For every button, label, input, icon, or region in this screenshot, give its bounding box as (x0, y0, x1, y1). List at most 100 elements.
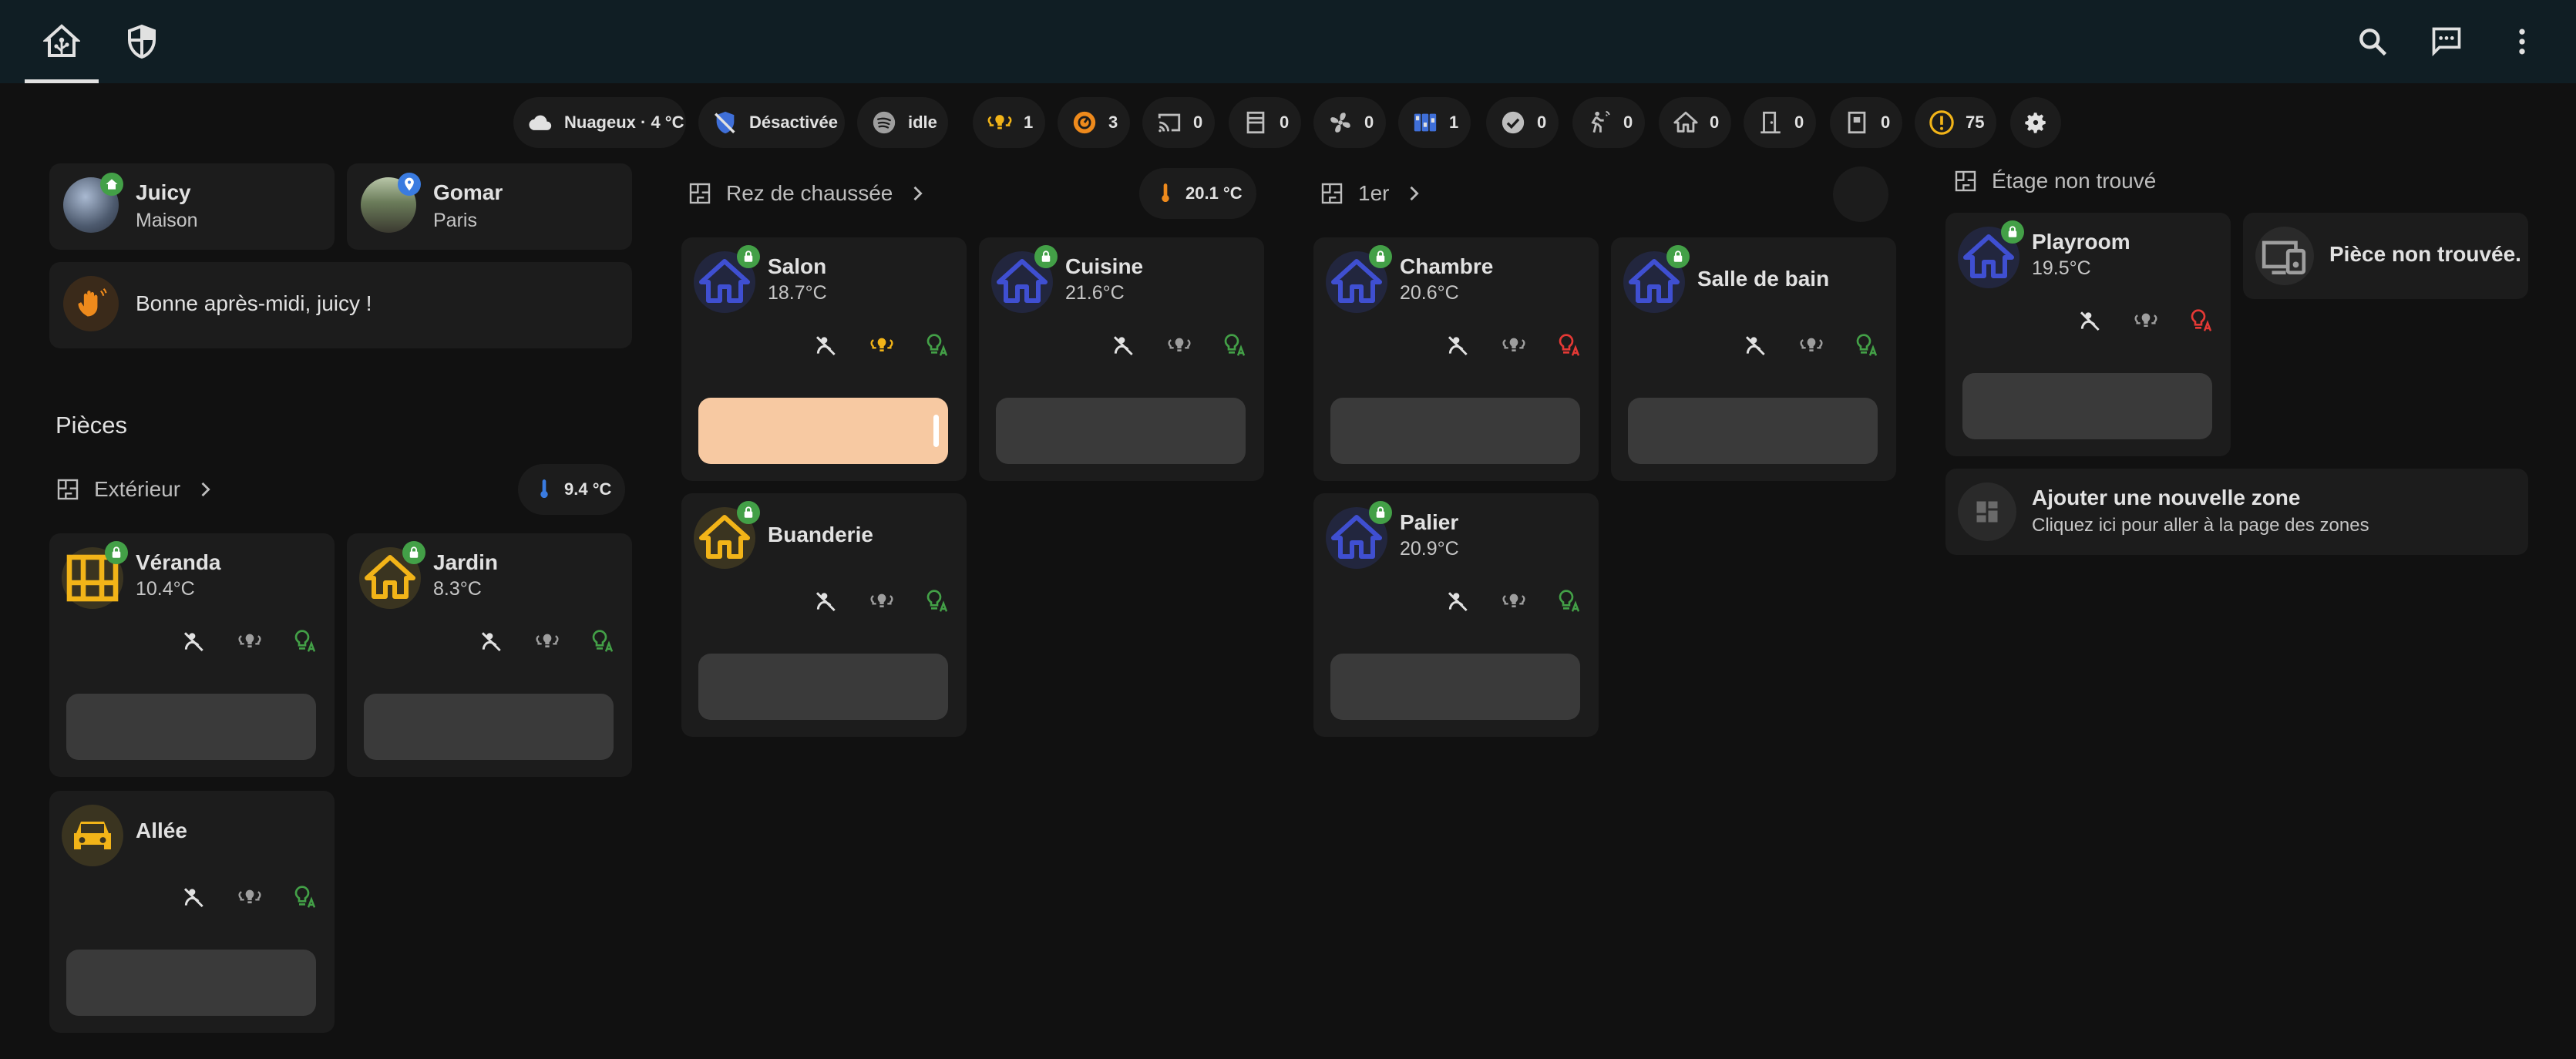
lights-icon[interactable] (869, 589, 894, 614)
floor-temp-chip[interactable]: 20.1 °C (1139, 168, 1256, 219)
auto-light-icon[interactable] (1222, 333, 1247, 358)
no-motion-icon[interactable] (1111, 333, 1136, 358)
add-zone-card[interactable]: Ajouter une nouvelle zone Cliquez ici po… (1945, 469, 2528, 555)
room-light-slider[interactable] (698, 398, 948, 464)
lights-icon[interactable] (2134, 308, 2158, 333)
covers-chip[interactable]: 0 (1229, 97, 1301, 148)
room-card-allee[interactable]: Allée (49, 791, 335, 1033)
auto-light-icon[interactable] (293, 885, 318, 909)
doors-chip[interactable]: 0 (1744, 97, 1816, 148)
presence-chip[interactable]: 0 (1659, 97, 1731, 148)
room-light-slider[interactable] (1628, 398, 1878, 464)
lights-icon[interactable] (869, 333, 894, 358)
lights-icon[interactable] (1502, 333, 1526, 358)
tab-security[interactable] (105, 0, 179, 83)
room-light-slider[interactable] (66, 950, 316, 1016)
search-button[interactable] (2348, 17, 2397, 66)
cast-chip[interactable]: 0 (1142, 97, 1215, 148)
fans-chip[interactable]: 0 (1313, 97, 1386, 148)
no-motion-icon[interactable] (1446, 333, 1471, 358)
lock-badge (1034, 245, 1058, 268)
room-name: Véranda (136, 550, 221, 574)
media-chip[interactable]: 1 (1398, 97, 1471, 148)
tab-home[interactable] (25, 0, 99, 83)
windows-chip[interactable]: 0 (1830, 97, 1902, 148)
room-actions (1744, 333, 1879, 358)
room-icon (62, 805, 123, 866)
lights-icon[interactable] (237, 885, 262, 909)
room-card-palier[interactable]: Palier 20.9°C (1313, 493, 1599, 737)
assist-button[interactable] (2422, 17, 2471, 66)
room-card-salon[interactable]: Salon 18.7°C (681, 237, 967, 481)
room-name: Jardin (433, 550, 499, 574)
room-actions (182, 629, 318, 654)
floor-exterieur[interactable]: Extérieur (55, 462, 216, 516)
no-motion-icon[interactable] (479, 629, 504, 654)
no-motion-icon[interactable] (182, 629, 207, 654)
floor-empty-chip[interactable] (1833, 166, 1888, 222)
room-light-slider[interactable] (1330, 398, 1580, 464)
floor-temp: 9.4 °C (564, 479, 612, 499)
remote-icon (1414, 113, 1437, 132)
floorplan-icon (688, 181, 712, 206)
lights-icon[interactable] (1502, 589, 1526, 614)
room-card-salle-de-bain[interactable]: Salle de bain (1611, 237, 1896, 481)
person-card-gomar[interactable]: Gomar Paris (347, 163, 632, 250)
cast-icon (1158, 113, 1181, 133)
auto-light-icon[interactable] (925, 589, 950, 614)
auto-light-icon[interactable] (1557, 589, 1582, 614)
slider-handle[interactable] (933, 415, 939, 447)
auto-light-icon[interactable] (293, 629, 318, 654)
lights-icon[interactable] (1167, 333, 1192, 358)
room-light-slider[interactable] (996, 398, 1246, 464)
no-motion-icon[interactable] (814, 589, 839, 614)
floor-temp-chip[interactable]: 9.4 °C (518, 464, 626, 515)
auto-light-off-icon[interactable] (1557, 333, 1582, 358)
person-card-juicy[interactable]: Juicy Maison (49, 163, 335, 250)
room-light-slider[interactable] (364, 694, 614, 760)
floor-rez-de-chaussee[interactable]: Rez de chaussée (688, 166, 928, 220)
no-motion-icon[interactable] (182, 885, 207, 909)
no-motion-icon[interactable] (1446, 589, 1471, 614)
auto-light-icon[interactable] (925, 333, 950, 358)
room-light-slider[interactable] (698, 654, 948, 720)
more-options-button[interactable] (2497, 17, 2547, 66)
lights-icon[interactable] (535, 629, 560, 654)
settings-chip[interactable] (2010, 97, 2061, 148)
auto-light-off-icon[interactable] (2189, 308, 2214, 333)
climate-chip[interactable]: 3 (1058, 97, 1130, 148)
room-not-found-card[interactable]: Pièce non trouvée. (2243, 213, 2528, 299)
spotify-chip[interactable]: idle (857, 97, 948, 148)
no-motion-icon[interactable] (814, 333, 839, 358)
rooms-title: Pièces (55, 412, 128, 439)
room-card-chambre[interactable]: Chambre 20.6°C (1313, 237, 1599, 481)
room-card-playroom[interactable]: Playroom 19.5°C (1945, 213, 2231, 456)
motion-chip[interactable]: 0 (1572, 97, 1645, 148)
lights-icon[interactable] (1799, 333, 1824, 358)
alerts-chip[interactable]: 75 (1915, 97, 1996, 148)
room-card-cuisine[interactable]: Cuisine 21.6°C (979, 237, 1264, 481)
room-light-slider[interactable] (66, 694, 316, 760)
floor-1er[interactable]: 1er (1320, 166, 1424, 220)
floor-unknown[interactable]: Étage non trouvé (1953, 154, 2156, 208)
room-actions (1111, 333, 1247, 358)
room-light-slider[interactable] (1330, 654, 1580, 720)
room-light-slider[interactable] (1962, 373, 2212, 439)
no-motion-icon[interactable] (1744, 333, 1768, 358)
floor-name: Étage non trouvé (1992, 169, 2157, 193)
hand-wave-icon (78, 287, 107, 317)
person-name: Juicy (136, 180, 191, 204)
weather-chip[interactable]: Nuageux · 4 °C (513, 97, 686, 148)
binary-chip[interactable]: 0 (1486, 97, 1559, 148)
room-card-veranda[interactable]: Véranda 10.4°C (49, 533, 335, 777)
alarm-chip[interactable]: Désactivée (698, 97, 845, 148)
room-card-buanderie[interactable]: Buanderie (681, 493, 967, 737)
lights-icon[interactable] (237, 629, 262, 654)
room-card-jardin[interactable]: Jardin 8.3°C (347, 533, 632, 777)
lights-chip[interactable]: 1 (973, 97, 1045, 148)
auto-light-icon[interactable] (590, 629, 615, 654)
no-motion-icon[interactable] (2078, 308, 2103, 333)
chevron-right-icon (906, 183, 928, 204)
room-not-found-label: Pièce non trouvée. (2329, 242, 2521, 266)
auto-light-icon[interactable] (1855, 333, 1879, 358)
